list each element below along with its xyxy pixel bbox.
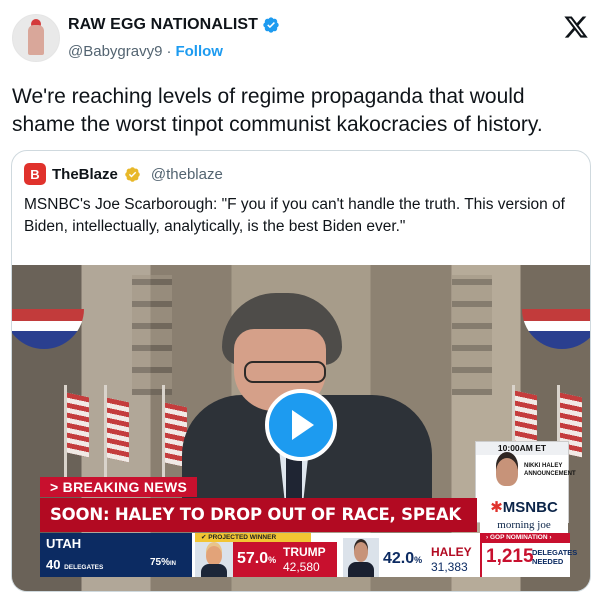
trump-name: TRUMP bbox=[283, 545, 326, 559]
tweet-header: RAW EGG NATIONALIST @Babygravy9 · Follow bbox=[0, 0, 601, 70]
gop-nomination-box: › GOP NOMINATION › 1,215 DELEGATES NEEDED bbox=[480, 533, 577, 577]
haley-photo bbox=[343, 538, 379, 577]
haley-name: HALEY bbox=[431, 545, 472, 559]
breaking-news-label: > BREAKING NEWS bbox=[40, 477, 198, 497]
american-flag bbox=[107, 397, 129, 463]
gop-nomination-tag: › GOP NOMINATION › bbox=[482, 533, 570, 543]
play-icon bbox=[292, 410, 314, 440]
news-headline: SOON: HALEY TO DROP OUT OF RACE, SPEAK A… bbox=[40, 498, 477, 558]
haley-result: 42.0% HALEY 31,383 bbox=[379, 542, 479, 577]
network-name: MSNBC bbox=[502, 499, 558, 516]
american-flag bbox=[67, 392, 89, 458]
author-handle-row: @Babygravy9 · Follow bbox=[68, 43, 223, 60]
trump-votes: 42,580 bbox=[283, 560, 320, 574]
promo-time: 10:00AM ET bbox=[476, 442, 568, 455]
quoted-author-name: TheBlaze bbox=[52, 165, 118, 183]
state-box: UTAH 40 DELEGATES 75%IN bbox=[40, 533, 192, 577]
verified-badge-icon bbox=[263, 17, 279, 33]
trump-result: 57.0% TRUMP 42,580 bbox=[233, 542, 337, 577]
play-button[interactable] bbox=[265, 389, 337, 461]
show-name: morning joe bbox=[480, 517, 568, 533]
network-logo: ✱MSNBC bbox=[480, 498, 568, 517]
percent-reporting: 75%IN bbox=[150, 557, 177, 568]
quoted-tweet-text: MSNBC's Joe Scarborough: "F you if you c… bbox=[24, 196, 565, 235]
author-name-row: RAW EGG NATIONALIST bbox=[68, 16, 280, 34]
delegates-needed-number: 1,215 bbox=[486, 546, 534, 567]
gold-verified-badge-icon bbox=[125, 166, 140, 182]
anchor-glasses bbox=[244, 361, 326, 383]
theblaze-logo: B bbox=[24, 163, 46, 185]
state-name: UTAH bbox=[46, 536, 82, 551]
quoted-tweet-header: B TheBlaze @theblaze bbox=[24, 163, 223, 185]
video-player[interactable]: 10:00AM ET NIKKI HALEY ANNOUNCEMENT > BR… bbox=[12, 265, 590, 591]
promo-photo bbox=[496, 458, 518, 486]
quoted-tweet[interactable]: B TheBlaze @theblaze MSNBC's Joe Scarbor… bbox=[11, 150, 591, 592]
haley-votes: 31,383 bbox=[431, 560, 468, 574]
building-windows bbox=[132, 275, 172, 395]
tweet-text: We're reaching levels of regime propagan… bbox=[12, 85, 543, 136]
author-display-name[interactable]: RAW EGG NATIONALIST bbox=[68, 16, 258, 34]
projected-winner-tag: ✔ PROJECTED WINNER bbox=[195, 533, 311, 542]
delegates-needed-label: DELEGATES NEEDED bbox=[532, 548, 578, 566]
building-windows bbox=[452, 275, 492, 395]
x-logo-icon[interactable] bbox=[563, 14, 589, 40]
follow-button[interactable]: Follow bbox=[175, 43, 223, 60]
haley-percent: 42.0% bbox=[383, 550, 423, 567]
promo-label: NIKKI HALEY ANNOUNCEMENT bbox=[524, 463, 576, 477]
state-delegates: 40 DELEGATES bbox=[46, 557, 104, 572]
avatar-figure bbox=[28, 25, 44, 55]
peacock-icon: ✱ bbox=[490, 499, 503, 516]
quoted-author-handle: @theblaze bbox=[150, 165, 223, 183]
author-handle[interactable]: @Babygravy9 bbox=[68, 43, 162, 60]
author-avatar[interactable] bbox=[12, 14, 60, 62]
separator-dot: · bbox=[166, 43, 172, 60]
trump-photo bbox=[195, 542, 233, 577]
election-results-bar: UTAH 40 DELEGATES 75%IN ✔ PROJECTED WINN… bbox=[40, 533, 577, 577]
trump-percent: 57.0% bbox=[237, 550, 277, 567]
